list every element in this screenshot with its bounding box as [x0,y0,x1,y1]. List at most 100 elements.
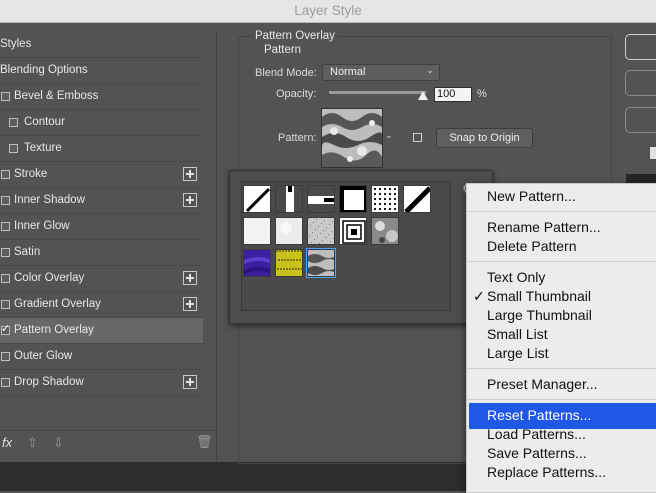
style-checkbox[interactable] [1,196,10,205]
menu-separator [467,261,656,262]
styles-header-label: Styles [0,38,32,50]
menu-item-preset-manager[interactable]: Preset Manager... [487,376,598,392]
menu-item-new-pattern[interactable]: New Pattern... [487,188,576,204]
pattern-thumbnail-diagonal-line[interactable] [243,185,271,213]
style-checkbox[interactable] [1,300,10,309]
window-title: Layer Style [294,3,362,18]
opacity-label: Opacity: [276,88,317,100]
style-item-label: Drop Shadow [14,376,84,388]
style-checkbox[interactable] [1,92,10,101]
pattern-thumbnail-white-texture[interactable] [243,217,271,245]
ok-button[interactable] [625,34,656,60]
blend-mode-select[interactable]: Normal ⌄ [322,64,440,81]
pattern-context-menu: New Pattern... Rename Pattern... Delete Pa… [466,183,656,493]
menu-item-replace-patterns[interactable]: Replace Patterns... [487,464,606,480]
opacity-slider-track[interactable] [329,91,426,94]
style-checkbox[interactable] [1,322,10,335]
menu-item-save-patterns[interactable]: Save Patterns... [487,445,587,461]
style-item-inner-shadow[interactable]: Inner Shadow [0,188,203,214]
cancel-button[interactable] [625,70,656,96]
opacity-slider-thumb[interactable] [418,91,428,100]
style-item-label: Color Overlay [14,272,85,284]
style-item-label: Contour [24,116,65,128]
menu-separator [467,211,656,212]
pattern-thumbnail-purple-texture[interactable] [243,249,271,277]
style-item-bevel-emboss[interactable]: Bevel & Emboss [0,84,203,110]
pattern-thumbnail-square-outline[interactable] [339,185,367,213]
style-item-label: Satin [14,246,41,258]
menu-item-load-patterns[interactable]: Load Patterns... [487,426,586,442]
style-item-stroke[interactable]: Stroke [0,162,203,188]
pattern-thumbnail-dots[interactable] [371,185,399,213]
menu-item-large-list[interactable]: Large List [487,345,548,361]
style-item-color-overlay[interactable]: Color Overlay [0,266,203,292]
snap-to-origin-button[interactable]: Snap to Origin [436,128,533,148]
style-item-gradient-overlay[interactable]: Gradient Overlay [0,292,203,318]
pattern-thumbnail-gray-noise[interactable] [307,217,335,245]
bottom-dark-strip [0,462,470,491]
menu-item-small-list[interactable]: Small List [487,326,548,342]
pattern-thumbnail-horizontal-bar[interactable] [307,185,335,213]
style-checkbox[interactable] [1,378,10,387]
move-up-icon[interactable]: ⇧ [27,435,38,451]
style-item-label: Bevel & Emboss [14,90,99,102]
add-effect-icon[interactable] [183,297,197,311]
style-checkbox[interactable] [1,274,10,283]
add-effect-icon[interactable] [183,271,197,285]
pattern-thumbnail-diagonal-stripe[interactable] [403,185,431,213]
style-checkbox[interactable] [9,144,18,153]
style-item-inner-glow[interactable]: Inner Glow [0,214,203,240]
styles-header[interactable]: Styles [0,32,203,58]
style-checkbox[interactable] [9,118,18,127]
pattern-thumbnail-vertical-bar[interactable] [275,185,303,213]
style-item-drop-shadow[interactable]: Drop Shadow [0,370,203,396]
menu-item-large-thumbnail[interactable]: Large Thumbnail [487,307,592,323]
style-item-label: Texture [24,142,62,154]
subsection-title: Pattern [262,44,304,56]
move-down-icon[interactable]: ⇩ [53,435,64,451]
menu-item-small-thumbnail[interactable]: Small Thumbnail [487,288,591,304]
pattern-dropdown-arrow-icon[interactable]: ⌄ [385,130,393,141]
pattern-swatch[interactable] [321,108,383,168]
new-style-button[interactable] [625,107,656,133]
pattern-thumbnail-gray-marble[interactable] [306,248,336,278]
style-item-label: Outer Glow [14,350,73,362]
preview-checkbox[interactable] [650,147,656,159]
pattern-thumbnail-yellow-texture[interactable] [275,249,303,277]
style-checkbox[interactable] [1,170,10,179]
title-bar: Layer Style [0,0,656,23]
style-item-blending-options[interactable]: Blending Options [0,58,203,84]
panel-divider [216,32,217,462]
menu-item-text-only[interactable]: Text Only [487,269,545,285]
style-checkbox[interactable] [1,248,10,257]
trash-icon[interactable]: 🗑 [196,434,213,450]
pattern-grid [241,181,451,311]
pattern-picker-popup [229,170,493,324]
add-effect-icon[interactable] [183,375,197,389]
new-preset-icon[interactable] [413,133,422,142]
pattern-thumbnail-concentric-squares[interactable] [339,217,367,245]
style-item-label: Stroke [14,168,48,180]
style-item-label: Gradient Overlay [14,298,101,310]
blend-mode-value: Normal [330,66,366,78]
style-item-satin[interactable]: Satin [0,240,203,266]
style-item-outer-glow[interactable]: Outer Glow [0,344,203,370]
style-item-label: Inner Shadow [14,194,85,206]
blend-mode-label: Blend Mode: [255,67,317,79]
menu-item-label: Reset Patterns... [487,407,592,423]
opacity-input[interactable]: 100 [434,87,472,102]
style-item-contour[interactable]: Contour [0,110,203,136]
style-item-label: Blending Options [0,64,88,76]
style-item-texture[interactable]: Texture [0,136,203,162]
menu-item-rename-pattern[interactable]: Rename Pattern... [487,219,601,235]
menu-item-delete-pattern[interactable]: Delete Pattern [487,238,577,254]
pattern-thumbnail-white-light[interactable] [275,217,303,245]
add-effect-icon[interactable] [183,193,197,207]
style-checkbox[interactable] [1,352,10,361]
add-effect-icon[interactable] [183,167,197,181]
style-checkbox[interactable] [1,222,10,231]
pattern-label: Pattern: [278,132,317,144]
style-item-pattern-overlay[interactable]: Pattern Overlay [0,318,203,344]
fx-icon[interactable]: fx [2,435,12,450]
pattern-thumbnail-gray-rock[interactable] [371,217,399,245]
